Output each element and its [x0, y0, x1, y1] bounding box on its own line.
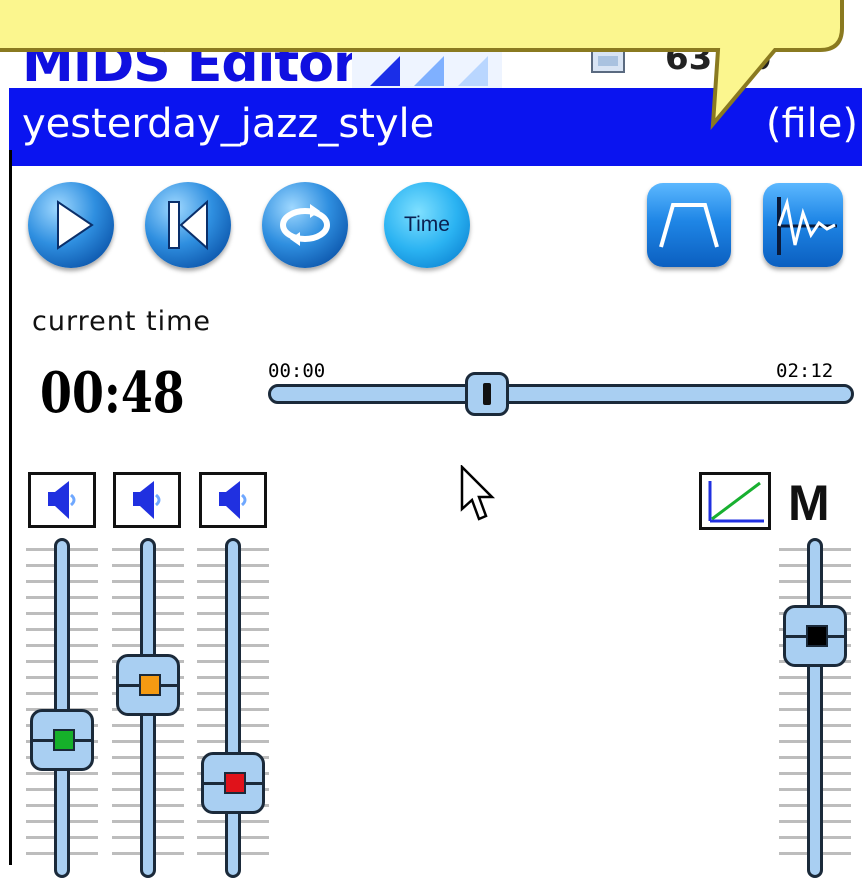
seek-end-time: 02:12 — [776, 360, 834, 382]
track-led — [224, 771, 246, 794]
callout-tooltip — [0, 0, 844, 130]
seek-track[interactable] — [268, 384, 854, 404]
loop-button[interactable] — [262, 182, 348, 268]
volume-curve-button[interactable] — [699, 472, 771, 530]
current-time-label: current time — [32, 306, 211, 337]
fader-knob[interactable] — [201, 751, 265, 814]
speaker-icon — [48, 481, 76, 519]
volume-curve-icon — [708, 481, 764, 523]
track-led — [53, 728, 75, 751]
waveform-icon — [777, 197, 837, 255]
window-left-edge — [9, 150, 12, 865]
master-led — [806, 625, 828, 648]
skip-to-start-icon — [168, 199, 208, 251]
fader-knob[interactable] — [30, 708, 94, 771]
master-fader[interactable] — [777, 538, 853, 878]
fader-rail — [225, 538, 241, 878]
fader-knob[interactable] — [116, 653, 180, 716]
rewind-button[interactable] — [145, 182, 231, 268]
fader-rail — [807, 538, 823, 878]
time-button[interactable]: Time — [384, 182, 470, 268]
track-1-fader[interactable] — [24, 538, 100, 878]
fader-knob[interactable] — [783, 605, 847, 668]
track-3-mute-button[interactable] — [199, 472, 267, 528]
master-label: M — [788, 475, 830, 531]
speaker-icon — [219, 481, 247, 519]
loop-icon — [280, 204, 330, 246]
track-2-fader[interactable] — [110, 538, 186, 878]
play-icon — [57, 200, 94, 250]
current-time-value: 00:48 — [40, 360, 185, 426]
track-led — [139, 673, 161, 696]
track-3-fader[interactable] — [195, 538, 271, 878]
envelope-button[interactable] — [647, 183, 731, 267]
track-2-mute-button[interactable] — [113, 472, 181, 528]
seek-thumb[interactable] — [465, 372, 510, 416]
speaker-icon — [133, 481, 161, 519]
waveform-button[interactable] — [763, 183, 843, 267]
mouse-cursor-icon — [460, 465, 496, 521]
play-button[interactable] — [28, 182, 114, 268]
envelope-icon — [659, 203, 719, 248]
seek-start-time: 00:00 — [268, 360, 326, 382]
track-1-mute-button[interactable] — [28, 472, 96, 528]
